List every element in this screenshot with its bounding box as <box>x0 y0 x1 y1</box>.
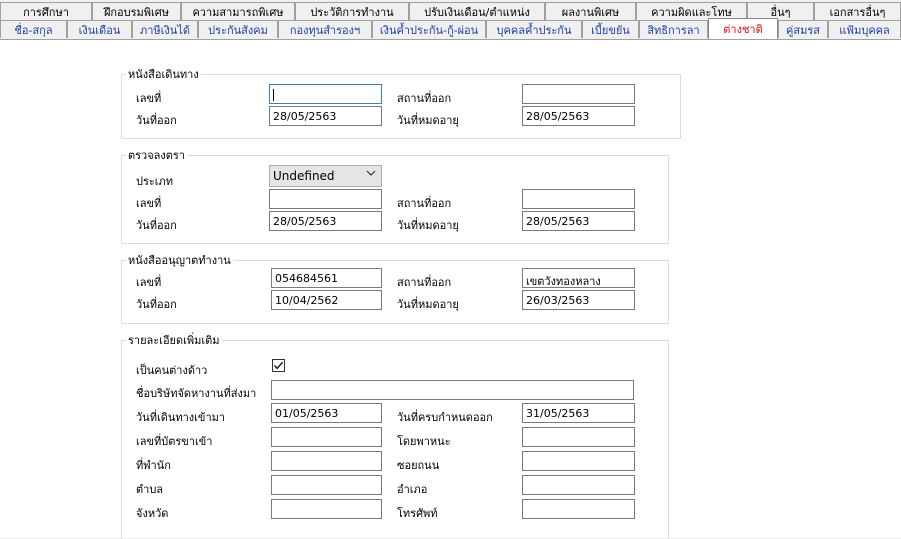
work-permit-expiry-field[interactable]: 26/03/2563 <box>522 290 635 310</box>
subdistrict-label: ตำบล <box>136 483 164 496</box>
work-permit-expiry-label: วันที่หมดอายุ <box>397 298 459 311</box>
tab-guarantor[interactable]: บุคคลค้ำประกัน <box>486 20 582 38</box>
tab-spouse[interactable]: คู่สมรส <box>778 20 828 38</box>
entry-date-label: วันที่เดินทางเข้ามา <box>136 411 226 424</box>
district-field[interactable] <box>522 475 635 495</box>
passport-issue-date-label: วันที่ออก <box>136 114 177 127</box>
tab-salary-adjustment[interactable]: ปรับเงินเดือน/ตำแหน่ง <box>409 2 545 20</box>
passport-issue-date-field[interactable]: 28/05/2563 <box>269 106 382 126</box>
passport-expiry-label: วันที่หมดอายุ <box>397 114 459 127</box>
residence-label: ที่พำนัก <box>136 459 171 472</box>
passport-issue-place-field[interactable] <box>522 84 635 104</box>
tab-other-documents[interactable]: เอกสารอื่นๆ <box>814 2 901 20</box>
soi-label: ซอยถนน <box>397 459 440 472</box>
province-label: จังหวัด <box>136 507 169 520</box>
visa-issue-date-field[interactable]: 28/05/2563 <box>269 211 382 231</box>
alien-label: เป็นคนต่างด้าว <box>136 364 208 377</box>
tab-special-skills[interactable]: ความสามารถพิเศษ <box>181 2 295 20</box>
tab-social-security[interactable]: ประกันสังคม <box>198 20 278 38</box>
visa-legend: ตรวจลงตรา <box>128 149 186 162</box>
visa-issue-date-label: วันที่ออก <box>136 219 177 232</box>
visa-type-label: ประเภท <box>136 175 174 188</box>
passport-number-label: เลขที่ <box>136 92 162 105</box>
tab-personnel-file[interactable]: แฟ้มบุคคล <box>828 20 901 38</box>
tab-provident-fund[interactable]: กองทุนสำรองฯ <box>278 20 372 38</box>
work-permit-issue-place-field[interactable]: เขตวังทองหลาง <box>522 268 635 288</box>
visa-number-label: เลขที่ <box>136 197 162 210</box>
tab-diligence-allowance[interactable]: เบี้ยขยัน <box>582 20 639 38</box>
subdistrict-field[interactable] <box>271 475 382 495</box>
work-permit-number-field[interactable]: 054684561 <box>271 268 382 288</box>
tab-education[interactable]: การศึกษา <box>0 2 92 20</box>
company-label: ชื่อบริษัทจัดหางานที่ส่งมา <box>136 387 257 400</box>
work-permit-issue-date-field[interactable]: 10/04/2562 <box>271 290 382 310</box>
tab-foreigner[interactable]: ต่างชาติ <box>708 18 778 39</box>
visa-expiry-field[interactable]: 28/05/2563 <box>522 211 635 231</box>
passport-legend: หนังสือเดินทาง <box>128 68 199 81</box>
tab-leave-rights[interactable]: สิทธิการลา <box>639 20 708 38</box>
work-permit-number-label: เลขที่ <box>136 276 162 289</box>
vehicle-label: โดยพาหนะ <box>397 435 451 448</box>
alien-checkbox[interactable] <box>272 359 285 372</box>
visa-type-value: Undefined <box>273 169 335 183</box>
tab-salary[interactable]: เงินเดือน <box>67 20 132 38</box>
soi-field[interactable] <box>522 451 635 471</box>
entry-card-field[interactable] <box>271 427 382 447</box>
entry-card-label: เลขที่บัตรขาเข้า <box>136 435 213 448</box>
tab-row-lower: ชื่อ-สกุล เงินเดือน ภาษีเงินได้ ประกันสั… <box>0 18 901 39</box>
phone-label: โทรศัพท์ <box>397 507 438 520</box>
company-field[interactable] <box>271 380 634 400</box>
extra-details-legend: รายละเอียดเพิ่มเติม <box>128 334 220 347</box>
passport-expiry-field[interactable]: 28/05/2563 <box>522 106 635 126</box>
visa-type-select[interactable]: Undefined <box>269 165 382 187</box>
chevron-down-icon <box>366 169 376 180</box>
due-date-field[interactable]: 31/05/2563 <box>522 403 635 423</box>
visa-issue-place-label: สถานที่ออก <box>397 197 452 210</box>
passport-issue-place-label: สถานที่ออก <box>397 92 452 105</box>
visa-number-field[interactable] <box>269 189 382 209</box>
visa-expiry-label: วันที่หมดอายุ <box>397 219 459 232</box>
residence-field[interactable] <box>271 451 382 471</box>
tab-guarantee-loan[interactable]: เงินค้ำประกัน-กู้-ผ่อน <box>372 20 486 38</box>
tab-work-history[interactable]: ประวัติการทำงาน <box>295 2 409 20</box>
province-field[interactable] <box>271 499 382 519</box>
foreigner-panel: หนังสือเดินทาง เลขที่ สถานที่ออก วันที่อ… <box>0 39 901 539</box>
tab-name[interactable]: ชื่อ-สกุล <box>0 20 67 38</box>
tab-special-training[interactable]: ฝึกอบรมพิเศษ <box>92 2 181 20</box>
district-label: อำเภอ <box>397 483 428 496</box>
tab-special-achievements[interactable]: ผลงานพิเศษ <box>545 2 636 20</box>
work-permit-legend: หนังสืออนุญาตทำงาน <box>128 254 231 267</box>
work-permit-issue-date-label: วันที่ออก <box>136 298 177 311</box>
work-permit-issue-place-label: สถานที่ออก <box>397 276 452 289</box>
due-date-label: วันที่ครบกำหนดออก <box>397 411 493 424</box>
text-caret <box>273 89 274 101</box>
tab-income-tax[interactable]: ภาษีเงินได้ <box>132 20 198 38</box>
checkmark-icon <box>273 361 284 370</box>
phone-field[interactable] <box>522 499 635 519</box>
entry-date-field[interactable]: 01/05/2563 <box>271 403 382 423</box>
passport-number-field[interactable] <box>269 84 382 104</box>
visa-issue-place-field[interactable] <box>522 189 635 209</box>
vehicle-field[interactable] <box>522 427 635 447</box>
